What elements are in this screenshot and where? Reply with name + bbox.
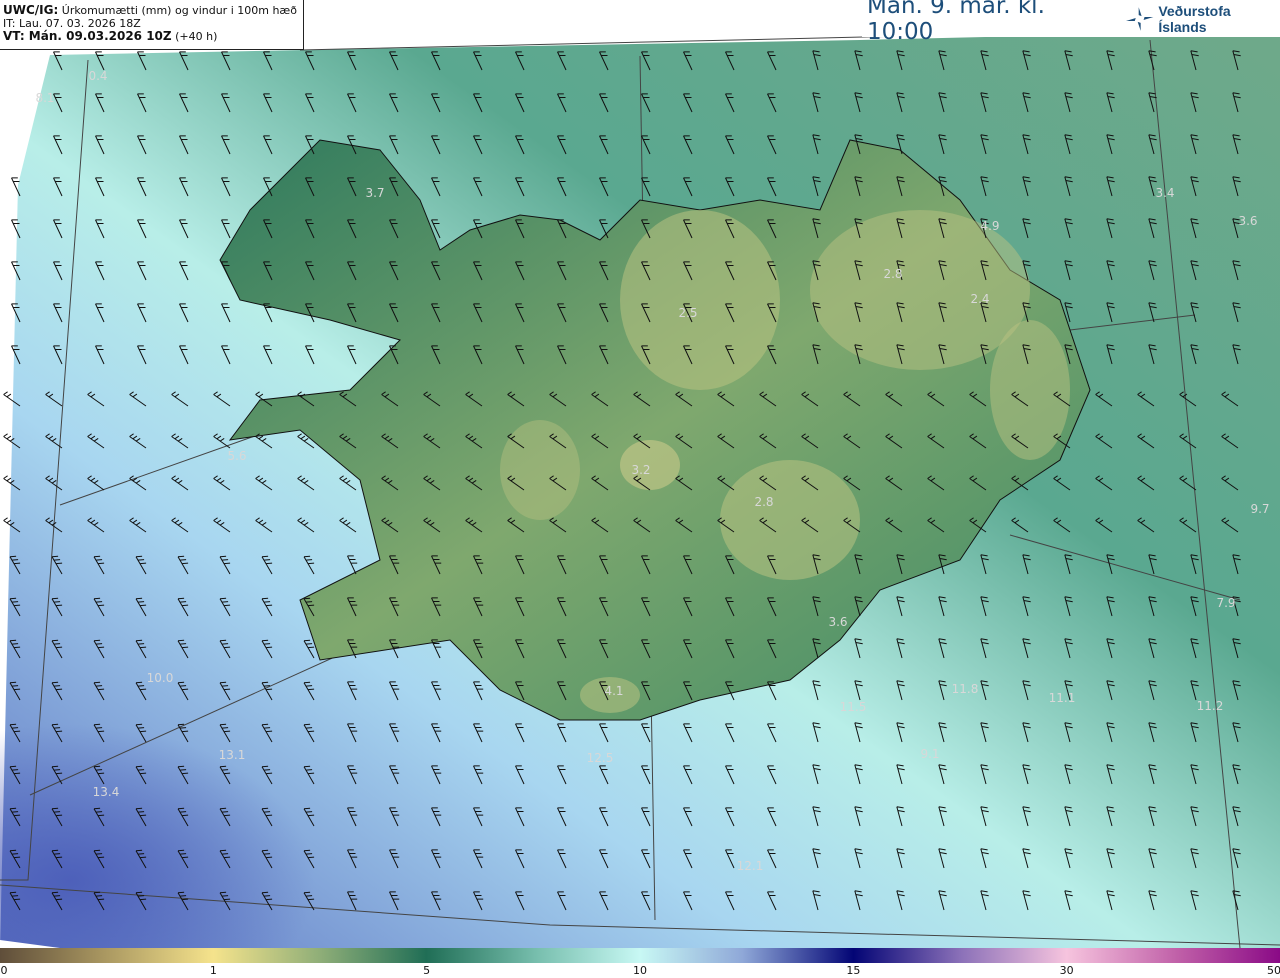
lead-time: (+40 h): [175, 30, 218, 43]
max-precip-label: 4.1: [604, 684, 623, 698]
product-info-box: UWC/IG: Úrkomumætti (mm) og vindur i 100…: [0, 0, 304, 50]
max-precip-label: 13.1: [219, 748, 246, 762]
max-precip-label: 3.6: [828, 615, 847, 629]
colorbar-tick: 1: [209, 964, 217, 977]
max-precip-label: 9.1: [920, 747, 939, 761]
forecast-date: Mán. 9. mar. kl. 10:00: [867, 0, 1045, 45]
forecast-title-box: Mán. 9. mar. kl. 10:00 Veðurstofa Ísland…: [862, 0, 1280, 45]
max-precip-label: 3.6: [1238, 214, 1257, 228]
logo-star-icon: [1125, 6, 1154, 31]
max-precip-label: 11.8: [952, 682, 979, 696]
max-precip-label: 3.7: [365, 186, 384, 200]
max-precip-label: 10.0: [147, 671, 174, 685]
colorbar-tick: 15: [846, 964, 861, 977]
max-precip-label: 2.8: [754, 495, 773, 509]
max-precip-label: 8.1: [35, 91, 54, 105]
max-precip-label: 5.6: [227, 449, 246, 463]
logo-text: Veðurstofa Íslands: [1158, 2, 1231, 35]
colorbar-tick: 10: [633, 964, 647, 977]
max-precip-label: 2.5: [678, 306, 697, 320]
max-precip-label: 0.4: [88, 69, 107, 83]
max-precip-label: 3.4: [1155, 186, 1174, 200]
precipitation-colorbar: [0, 948, 1280, 963]
max-precip-label: 2.4: [970, 292, 989, 306]
colorbar-tick: 0: [0, 964, 8, 977]
product-description: Úrkomumætti (mm) og vindur i 100m hæð: [61, 4, 297, 17]
colorbar-ticks: 0 1 5 10 15 30 50: [0, 963, 1280, 978]
max-precip-label: 11.5: [840, 700, 867, 714]
max-precip-label: 12.1: [737, 859, 764, 873]
max-precip-label: 9.7: [1250, 502, 1269, 516]
max-precip-label: 11.2: [1197, 699, 1224, 713]
max-precip-label: 11.1: [1049, 691, 1076, 705]
max-precip-label: 12.5: [587, 751, 614, 765]
precipitation-wind-map: 0.4 8.1 3.7 3.4 3.6 4.9 2.8 2.4 2.5 5.6 3.2 2.8 9.7 7…: [0, 29, 1280, 948]
max-precip-label: 4.9: [980, 219, 999, 233]
max-precip-label: 7.9: [1216, 596, 1235, 610]
colorbar-tick: 5: [423, 964, 431, 977]
product-code: UWC/IG:: [3, 3, 59, 17]
colorbar-tick: 30: [1059, 964, 1074, 977]
max-precip-label: 13.4: [93, 785, 120, 799]
valid-time: VT: Mán. 09.03.2026 10Z: [3, 29, 172, 43]
max-precip-label: 3.2: [631, 463, 650, 477]
vedurstofa-logo: Veðurstofa Íslands: [1125, 3, 1280, 35]
max-precip-label: 2.8: [883, 267, 902, 281]
colorbar-tick: 50: [1267, 964, 1280, 977]
